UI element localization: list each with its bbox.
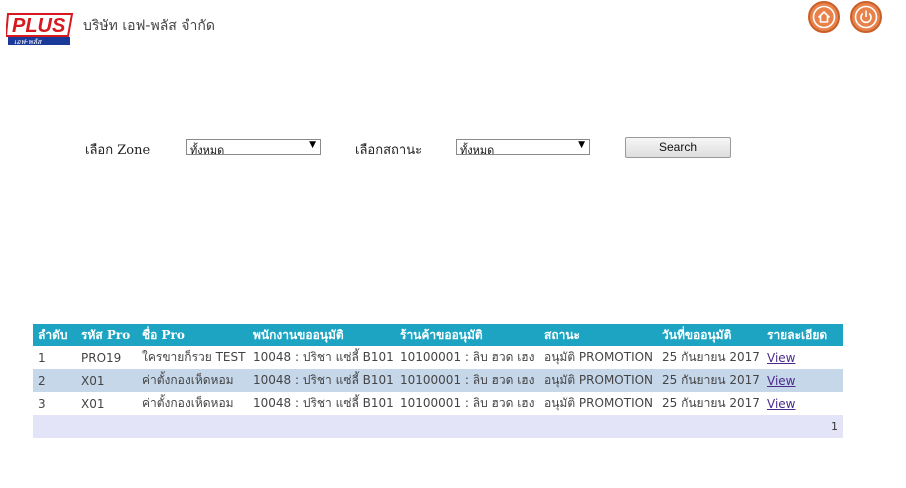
col-header-name[interactable]: ชื่อ Pro — [137, 324, 248, 346]
cell-detail: View — [762, 369, 843, 392]
col-header-code[interactable]: รหัส Pro — [76, 324, 137, 346]
logout-button[interactable] — [850, 1, 882, 33]
logo-text: PLUS — [12, 15, 66, 37]
dropdown-arrow-icon: ▼ — [309, 140, 316, 150]
cell-shop: 10100001 : ลิบ ฮวด เฮง — [395, 346, 539, 369]
zone-select[interactable]: ทั้งหมด ▼ — [186, 139, 321, 157]
cell-code: X01 — [76, 392, 137, 415]
view-link[interactable]: View — [767, 351, 795, 365]
table-row: 2 X01 ค่าตั้งกองเห็ดหอม 10048 : ปริชา แซ… — [33, 369, 843, 392]
status-select-value: ทั้งหมด — [460, 144, 495, 157]
cell-employee: 10048 : ปริชา แซ่ลี้ B101 — [248, 346, 395, 369]
cell-status: อนุมัติ PROMOTION — [539, 392, 657, 415]
col-header-detail: รายละเอียด — [762, 324, 843, 346]
home-button[interactable] — [808, 1, 840, 33]
cell-no: 1 — [33, 346, 76, 369]
company-logo: PLUS เอฟ-พลัส — [4, 10, 76, 46]
cell-shop: 10100001 : ลิบ ฮวด เฮง — [395, 392, 539, 415]
dropdown-arrow-icon: ▼ — [578, 140, 585, 150]
search-button[interactable]: Search — [625, 137, 731, 158]
pager-row: 1 — [33, 415, 843, 438]
col-header-date[interactable]: วันที่ขออนุมัติ — [657, 324, 762, 346]
col-header-employee[interactable]: พนักงานขออนุมัติ — [248, 324, 395, 346]
promotion-table: ลำดับ รหัส Pro ชื่อ Pro พนักงานขออนุมัติ… — [33, 324, 843, 438]
home-icon — [812, 5, 836, 29]
col-header-shop[interactable]: ร้านค้าขออนุมัติ — [395, 324, 539, 346]
cell-date: 25 กันยายน 2017 — [657, 346, 762, 369]
table-header-row: ลำดับ รหัส Pro ชื่อ Pro พนักงานขออนุมัติ… — [33, 324, 843, 346]
page-link[interactable]: 1 — [831, 420, 838, 433]
power-icon — [854, 5, 878, 29]
cell-name: ค่าตั้งกองเห็ดหอม — [137, 392, 248, 415]
cell-no: 2 — [33, 369, 76, 392]
table-row: 3 X01 ค่าตั้งกองเห็ดหอม 10048 : ปริชา แซ… — [33, 392, 843, 415]
cell-no: 3 — [33, 392, 76, 415]
cell-code: PRO19 — [76, 346, 137, 369]
pager: 1 — [33, 415, 843, 438]
cell-status: อนุมัติ PROMOTION — [539, 369, 657, 392]
view-link[interactable]: View — [767, 374, 795, 388]
cell-shop: 10100001 : ลิบ ฮวด เฮง — [395, 369, 539, 392]
cell-name: ค่าตั้งกองเห็ดหอม — [137, 369, 248, 392]
cell-detail: View — [762, 392, 843, 415]
col-header-status[interactable]: สถานะ — [539, 324, 657, 346]
status-label: เลือกสถานะ — [355, 143, 423, 158]
logo-subtext: เอฟ-พลัส — [14, 38, 43, 46]
cell-employee: 10048 : ปริชา แซ่ลี้ B101 — [248, 392, 395, 415]
zone-label: เลือก Zone — [85, 143, 151, 158]
cell-date: 25 กันยายน 2017 — [657, 392, 762, 415]
zone-select-value: ทั้งหมด — [190, 144, 225, 157]
cell-code: X01 — [76, 369, 137, 392]
col-header-no[interactable]: ลำดับ — [33, 324, 76, 346]
status-select[interactable]: ทั้งหมด ▼ — [456, 139, 590, 157]
cell-date: 25 กันยายน 2017 — [657, 369, 762, 392]
view-link[interactable]: View — [767, 397, 795, 411]
company-name: บริษัท เอฟ-พลัส จำกัด — [83, 18, 215, 34]
cell-status: อนุมัติ PROMOTION — [539, 346, 657, 369]
cell-employee: 10048 : ปริชา แซ่ลี้ B101 — [248, 369, 395, 392]
cell-name: ใครขายก็รวย TEST — [137, 346, 248, 369]
table-row: 1 PRO19 ใครขายก็รวย TEST 10048 : ปริชา แ… — [33, 346, 843, 369]
cell-detail: View — [762, 346, 843, 369]
